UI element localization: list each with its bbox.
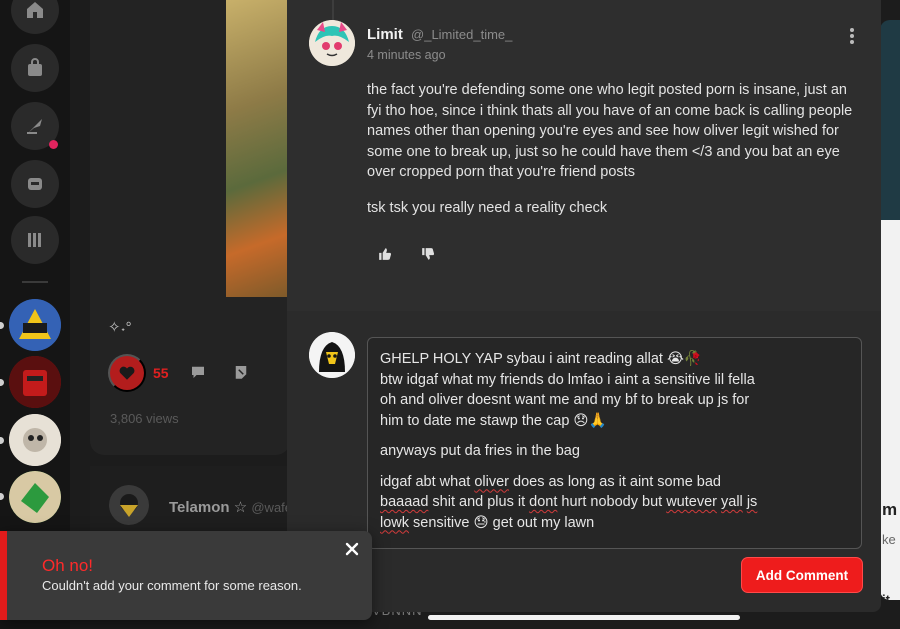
comment-author-handle: @_Limited_time_: [411, 27, 513, 42]
add-comment-button[interactable]: Add Comment: [742, 558, 862, 592]
library-button[interactable]: [11, 216, 59, 264]
comment-body: the fact you're defending some one who l…: [367, 80, 859, 233]
shopping-bag-icon: [28, 58, 42, 76]
spellcheck-word: oliver: [474, 473, 509, 490]
community-avatar-art[interactable]: [9, 299, 61, 351]
current-user-avatar[interactable]: [309, 332, 355, 378]
toast-message: Couldn't add your comment for some reaso…: [42, 578, 302, 593]
reply-paragraph: GHELP HOLY YAP sybau i aint reading alla…: [380, 351, 755, 429]
toast-title: Oh no!: [42, 556, 94, 575]
comment-paragraph: tsk tsk you really need a reality check: [367, 199, 608, 216]
community-avatar-doctor[interactable]: [9, 414, 61, 466]
spellcheck-word: wutever: [666, 494, 717, 510]
thumbs-up-icon[interactable]: [378, 247, 392, 261]
heart-icon: [119, 366, 135, 380]
comment-author-avatar[interactable]: [309, 20, 355, 66]
comment-timestamp: 4 minutes ago: [367, 48, 446, 62]
background-comment-author: Telamon ☆ @wafe: [169, 499, 293, 516]
community-indicator: [0, 493, 4, 500]
home-indicator[interactable]: [428, 615, 740, 620]
community-indicator: [0, 379, 4, 386]
chat-button[interactable]: [11, 160, 59, 208]
right-background-card: m ke it S: [880, 20, 900, 600]
post-image[interactable]: [226, 0, 290, 297]
sparkle-decoration: ✧˖°: [108, 319, 132, 336]
spellcheck-word: lowk: [380, 514, 410, 531]
community-avatar-robot[interactable]: [9, 356, 61, 408]
community-indicator: [0, 437, 4, 444]
comment-icon[interactable]: [189, 363, 207, 381]
background-comment-avatar[interactable]: [109, 485, 149, 525]
app-screen: ✧˖° 55 3,806 views Telamon ☆ @wafe VBNNN…: [0, 0, 900, 629]
more-options-icon[interactable]: [847, 28, 857, 44]
comment-thread-panel: Limit @_Limited_time_ 4 minutes ago the …: [287, 0, 881, 612]
toast-accent-bar: [0, 531, 7, 620]
rail-divider: [22, 281, 48, 283]
share-icon[interactable]: [232, 363, 250, 381]
error-toast: Oh no! Couldn't add your comment for som…: [0, 531, 372, 620]
reply-textarea[interactable]: GHELP HOLY YAP sybau i aint reading alla…: [367, 337, 862, 549]
shop-button[interactable]: [11, 44, 59, 92]
comment-card: Limit @_Limited_time_ 4 minutes ago the …: [287, 0, 881, 311]
home-button[interactable]: [11, 0, 59, 34]
library-icon: [28, 233, 41, 247]
right-background-panel: m ke it S: [880, 220, 900, 600]
thread-line: [332, 0, 334, 22]
like-button[interactable]: [108, 354, 146, 392]
spellcheck-word: baaaad: [380, 494, 429, 510]
community-indicator: [0, 322, 4, 329]
spellcheck-word: dont: [529, 494, 558, 510]
thumbs-down-icon[interactable]: [421, 247, 435, 261]
comment-paragraph: the fact you're defending some one who l…: [367, 82, 853, 180]
spellcheck-word: yall: [721, 494, 743, 510]
spellcheck-word: js: [746, 494, 758, 510]
home-icon: [27, 2, 43, 18]
view-count: 3,806 views: [110, 411, 179, 426]
quill-icon: [27, 119, 42, 134]
notification-dot: [49, 140, 58, 149]
reply-paragraph: idgaf abt what oliver does as long as it…: [380, 473, 758, 531]
robot-chat-icon: [28, 178, 42, 190]
community-avatar-gem[interactable]: [9, 471, 61, 523]
reply-paragraph: anyways put da fries in the bag: [380, 443, 580, 459]
comment-author[interactable]: Limit @_Limited_time_: [367, 26, 512, 43]
close-icon[interactable]: [344, 541, 360, 557]
like-count: 55: [153, 365, 169, 381]
